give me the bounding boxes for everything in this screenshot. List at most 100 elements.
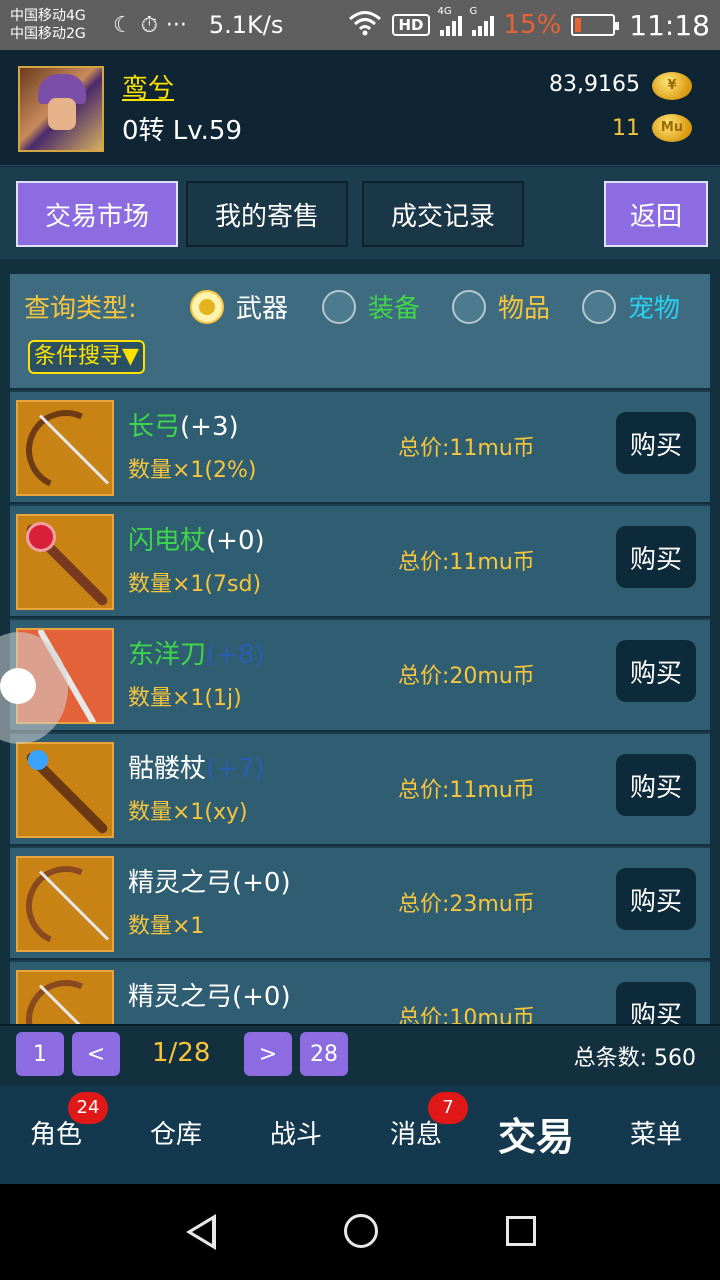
moon-icon: ☾: [113, 12, 133, 38]
skull-staff-icon[interactable]: [16, 742, 114, 838]
radio-unchecked-icon: [322, 289, 356, 324]
elven-bow-icon[interactable]: [16, 856, 114, 952]
hd-icon: HD: [392, 14, 430, 36]
item-name: 东洋刀(+8): [128, 634, 265, 671]
page-indicator: 1/28: [152, 1038, 211, 1068]
buy-button[interactable]: 购买: [616, 868, 696, 930]
buy-button[interactable]: 购买: [616, 526, 696, 588]
back-icon[interactable]: [186, 1214, 216, 1250]
item-price: 总价:10mu币: [398, 1006, 535, 1024]
player-header: 鸾兮 0转 Lv.59 83,9165 ¥ 11 Mu: [0, 50, 720, 166]
item-price: 总价:20mu币: [398, 664, 535, 689]
radio-checked-icon: [190, 289, 224, 324]
item-title: 骷髅杖: [128, 754, 207, 784]
item-quantity: 数量×1(7sd): [128, 572, 262, 597]
wifi-icon: [348, 10, 382, 40]
item-title: 东洋刀: [128, 640, 207, 670]
network-speed: 5.1K/s: [208, 11, 284, 39]
radio-goods[interactable]: 物品: [452, 288, 550, 325]
longbow-icon[interactable]: [16, 400, 114, 496]
condition-search-button[interactable]: 条件搜寻▼: [28, 340, 145, 374]
item-plus: (+3): [180, 412, 239, 442]
buy-button[interactable]: 购买: [616, 640, 696, 702]
prev-page-button[interactable]: <: [72, 1032, 120, 1076]
list-item: 精灵之弓(+0) 总价:10mu币 购买: [10, 960, 710, 1024]
nav-trade[interactable]: 交易: [476, 1106, 596, 1161]
item-price: 总价:23mu币: [398, 892, 535, 917]
list-item: 骷髅杖(+7) 数量×1(xy) 总价:11mu币 购买: [10, 732, 710, 844]
item-name: 精灵之弓(+0): [128, 862, 291, 899]
item-name: 闪电杖(+0): [128, 520, 265, 557]
radio-equipment[interactable]: 装备: [322, 288, 420, 325]
radio-goods-label: 物品: [498, 294, 551, 324]
gold-coin-icon: ¥: [652, 72, 692, 100]
list-item: 闪电杖(+0) 数量×1(7sd) 总价:11mu币 购买: [10, 504, 710, 616]
gold-amount: 83,9165: [549, 72, 640, 97]
first-page-button[interactable]: 1: [16, 1032, 64, 1076]
item-quantity: 数量×1: [128, 914, 205, 939]
battery-percent: 15%: [503, 10, 562, 40]
list-item: 长弓(+3) 数量×1(2%) 总价:11mu币 购买: [10, 390, 710, 502]
filter-panel: 查询类型: 武器 装备 物品 宠物 条件搜寻▼: [10, 274, 710, 388]
item-title: 精灵之弓(+0): [128, 982, 291, 1012]
item-quantity: 数量×1(1j): [128, 686, 242, 711]
item-title: 长弓: [128, 412, 181, 442]
carrier-1: 中国移动4G: [10, 8, 86, 24]
tab-transaction-records[interactable]: 成交记录: [362, 181, 524, 247]
nav-menu[interactable]: 菜单: [596, 1114, 716, 1151]
list-item: 精灵之弓(+0) 数量×1 总价:23mu币 购买: [10, 846, 710, 958]
total-count: 总条数: 560: [573, 1046, 696, 1071]
item-title: 精灵之弓(+0): [128, 868, 291, 898]
item-price: 总价:11mu币: [398, 550, 535, 575]
item-price: 总价:11mu币: [398, 778, 535, 803]
item-quantity: 数量×1(2%): [128, 458, 257, 483]
nav-role[interactable]: 角色 24: [0, 1092, 116, 1151]
nav-messages-label: 消息: [389, 1120, 442, 1150]
item-quantity: 数量×1(xy): [128, 800, 248, 825]
tab-my-sales[interactable]: 我的寄售: [186, 181, 348, 247]
battery-icon: [571, 14, 620, 36]
back-button[interactable]: 返回: [604, 181, 708, 247]
buy-button[interactable]: 购买: [616, 412, 696, 474]
nav-storage[interactable]: 仓库: [116, 1114, 236, 1151]
radio-unchecked-icon: [582, 289, 616, 324]
lightning-staff-icon[interactable]: [16, 514, 114, 610]
item-plus: (+8): [206, 640, 265, 670]
radio-weapon[interactable]: 武器: [190, 288, 288, 325]
player-level: 0转 Lv.59: [122, 116, 243, 146]
item-name: 长弓(+3): [128, 406, 239, 443]
filter-label: 查询类型:: [24, 294, 137, 324]
item-name: 骷髅杖(+7): [128, 748, 265, 785]
signal-icon-2: G: [470, 6, 494, 36]
item-name: 精灵之弓(+0): [128, 976, 291, 1013]
buy-button[interactable]: 购买: [616, 754, 696, 816]
nav-battle[interactable]: 战斗: [236, 1114, 356, 1151]
avatar[interactable]: [18, 66, 104, 152]
nav-messages[interactable]: 消息 7: [356, 1092, 476, 1151]
signal-icon-1: 4G: [438, 6, 462, 36]
nav-role-label: 角色: [29, 1120, 82, 1150]
messages-badge: 7: [428, 1092, 468, 1124]
next-page-button[interactable]: >: [244, 1032, 292, 1076]
network-type-2: G: [469, 6, 478, 17]
network-type-1: 4G: [437, 6, 452, 17]
pagination: 1 < 1/28 > 28 总条数: 560: [0, 1024, 720, 1086]
radio-pet[interactable]: 宠物: [582, 288, 680, 325]
buy-button[interactable]: 购买: [616, 982, 696, 1024]
home-icon[interactable]: [344, 1214, 378, 1248]
carrier-info: 中国移动4G 中国移动2G: [10, 7, 105, 43]
tab-trade-market[interactable]: 交易市场: [16, 181, 178, 247]
radio-weapon-label: 武器: [236, 294, 289, 324]
radio-equipment-label: 装备: [368, 294, 421, 324]
role-badge: 24: [68, 1092, 108, 1124]
carrier-2: 中国移动2G: [10, 26, 86, 42]
system-nav-bar: [0, 1184, 720, 1280]
recent-apps-icon[interactable]: [506, 1216, 536, 1246]
last-page-button[interactable]: 28: [300, 1032, 348, 1076]
radio-unchecked-icon: [452, 289, 486, 324]
elven-bow-icon[interactable]: [16, 970, 114, 1024]
list-item: 东洋刀(+8) 数量×1(1j) 总价:20mu币 购买: [10, 618, 710, 730]
item-plus: (+7): [206, 754, 265, 784]
player-name[interactable]: 鸾兮: [122, 68, 174, 105]
item-list[interactable]: 长弓(+3) 数量×1(2%) 总价:11mu币 购买 闪电杖(+0) 数量×1…: [10, 390, 710, 1024]
